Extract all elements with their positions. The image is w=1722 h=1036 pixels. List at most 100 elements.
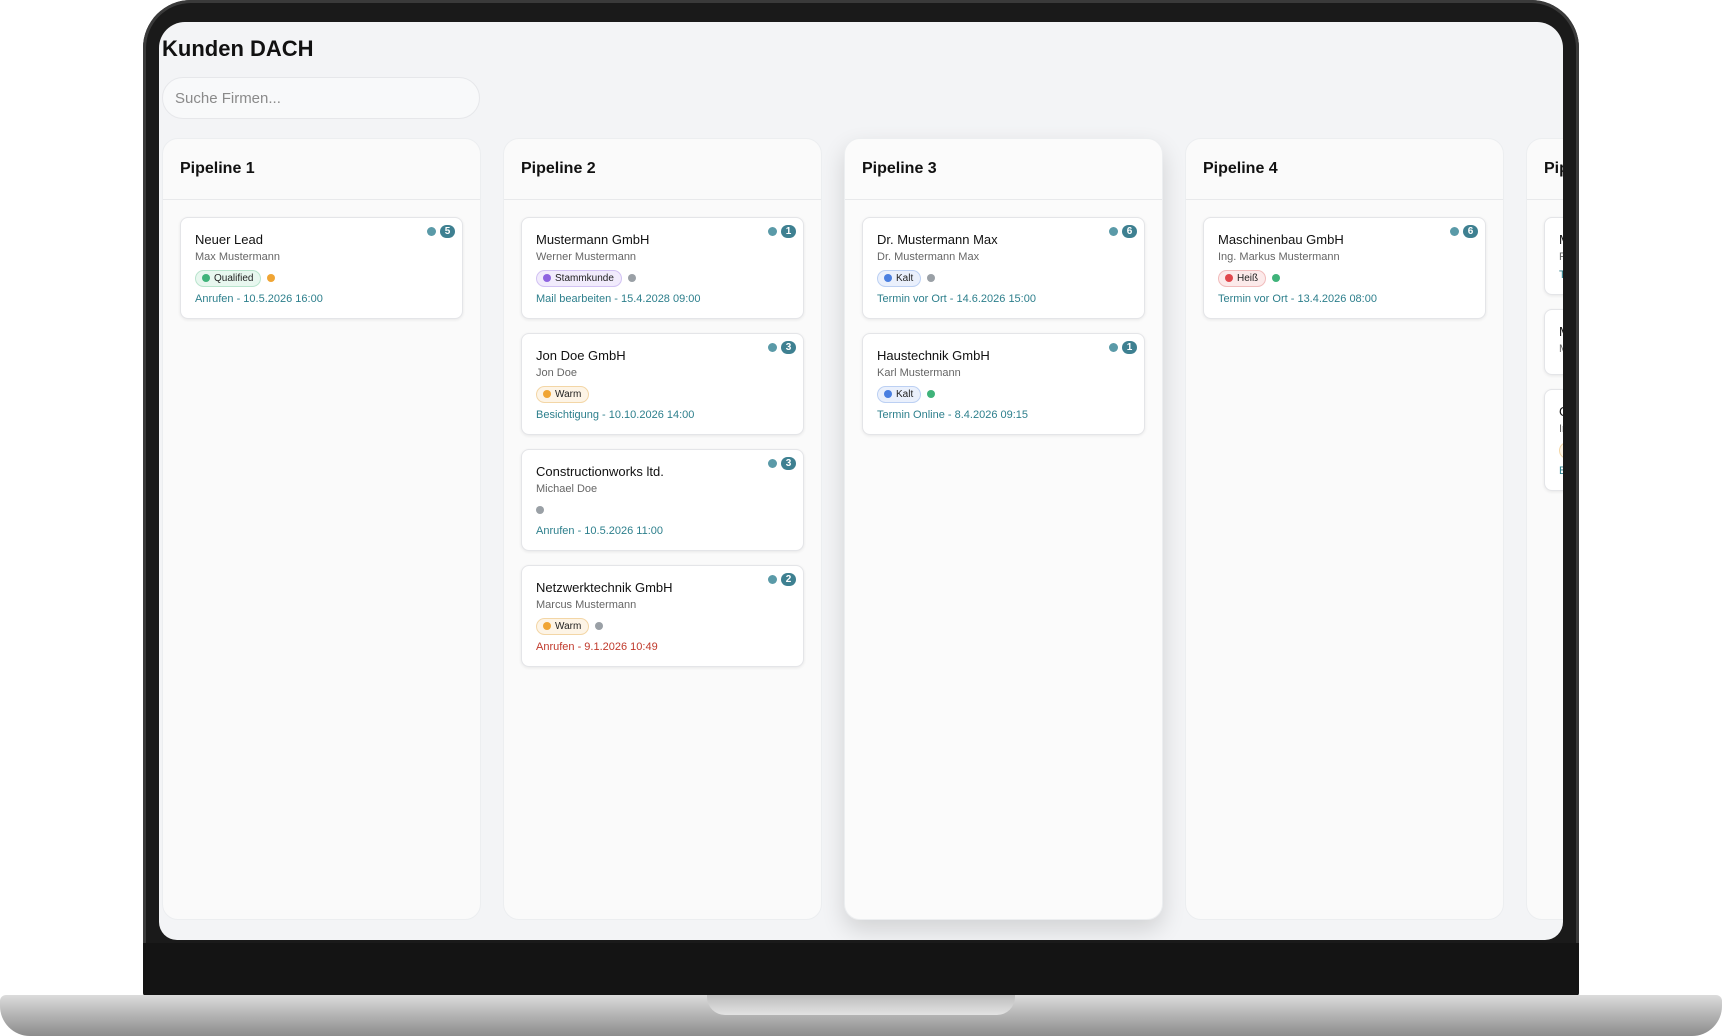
tag-row: Heiß [1218,269,1471,287]
tag-label: Kalt [896,388,914,400]
activity-count-badge: 1 [1122,341,1137,354]
status-dot-icon [267,274,276,282]
pipeline-card-list: 6 Dr. Mustermann Max Dr. Mustermann Max Kal… [845,200,1162,435]
contact-name: Werner Mustermann [536,251,637,263]
tag-row: Kalt [877,269,1130,287]
lead-card[interactable]: 3 Jon Doe GmbH Jon Doe Warm Besichtigung - 1… [521,333,804,435]
lead-status-tag: Kalt [877,269,922,287]
company-name: Maschinenbau GmbH [1218,232,1344,247]
status-dot-icon [536,506,544,514]
next-action-link[interactable]: Anrufen - 9.1.2026 10:49 [536,641,789,653]
tag-label: Heiß [1237,272,1259,284]
next-action-link[interactable]: Besichtigung - 10.10.2026 14:00 [536,409,789,421]
contact-name: Maria Mustermann [1559,343,1563,355]
search-input[interactable] [162,77,480,119]
lead-status-tag: Warm [536,385,590,403]
activity-dot-icon [1109,343,1118,352]
lead-card[interactable]: 3 Constructionworks ltd. Michael Doe Anrufe… [521,449,804,551]
lead-status-tag: Warm [536,617,590,635]
next-action-link[interactable]: Termin vor Ort - 13.4.2026 08:00 [1218,293,1471,305]
company-name: Netzwerktechnik GmbH [536,580,673,595]
pipeline-column: Pipeline 2 1 Mustermann GmbH Werner Musterm… [503,138,822,920]
page-title: Kunden DACH [162,36,314,61]
pipeline-column-title: Pipeline 2 [504,139,821,200]
next-action-link[interactable]: Anrufen - 10.5.2026 16:00 [195,293,448,305]
next-action-link[interactable]: Besichtigung - 3.5.2026 09:00 [1559,465,1563,477]
lead-card[interactable]: 6 Dr. Mustermann Max Dr. Mustermann Max Kal… [862,217,1145,319]
lead-status-tag: Heiß [1218,269,1267,287]
tag-row: Warm [536,385,789,403]
tag-row: Kalt [877,385,1130,403]
pipeline-card-list: 5 Neuer Lead Max Mustermann Qualified Anrufe… [163,200,480,319]
activity-dot-icon [1109,227,1118,236]
next-action-link[interactable]: Mail bearbeiten - 15.4.2028 09:00 [536,293,789,305]
company-name: Constructionworks ltd. [536,464,664,479]
activity-count-badge: 1 [781,225,796,238]
lead-card[interactable]: 1 Mustermann GmbH Werner Mustermann Stammku… [521,217,804,319]
status-dot-icon [627,274,636,282]
company-name: Jon Doe GmbH [536,348,626,363]
tag-row: Warm [536,617,789,635]
activity-count-badge: 3 [781,457,796,470]
next-action-link[interactable]: Termin Online - 8.4.2026 09:15 [877,409,1130,421]
card-indicators: 6 [1450,225,1478,238]
pipeline-column-title: Pipeline 4 [1186,139,1503,200]
activity-dot-icon [768,459,777,468]
contact-name: Ing. Max Mustermann [1559,423,1563,435]
tag-dot-icon [884,390,892,398]
pipeline-column-title: Pipeline 5 [1527,139,1563,200]
laptop-bezel-bottom [143,943,1579,998]
lead-card[interactable]: Gebäudetechnik GmbH Ing. Max Mustermann Wa… [1544,389,1563,491]
tag-row: Qualified [195,269,448,287]
activity-count-badge: 2 [781,573,796,586]
card-indicators: 1 [1109,341,1137,354]
laptop-notch [707,995,1015,1015]
lead-card[interactable]: 6 Maschinenbau GmbH Ing. Markus Mustermann… [1203,217,1486,319]
tag-dot-icon [543,622,551,630]
activity-count-badge: 3 [781,341,796,354]
activity-dot-icon [768,343,777,352]
tag-dot-icon [543,390,551,398]
lead-card[interactable]: Mustermann KG Maria Mustermann [1544,309,1563,375]
lead-status-tag: Stammkunde [536,269,622,287]
company-name: Haustechnik GmbH [877,348,990,363]
next-action-link[interactable]: Termin vor Ort - 14.6.2026 15:00 [877,293,1130,305]
lead-card[interactable]: 2 Netzwerktechnik GmbH Marcus Mustermann Wa… [521,565,804,667]
tag-dot-icon [202,274,210,282]
pipeline-card-list: 1 Mustermann GmbH Werner Mustermann Stammku… [504,200,821,667]
company-name: Gebäudetechnik GmbH [1559,404,1563,419]
status-dot-icon [927,274,936,282]
activity-count-badge: 5 [440,225,455,238]
pipeline-card-list: Mustermann AG Frank Mustermann Termin vor … [1527,200,1563,491]
company-name: Mustermann KG [1559,324,1563,339]
tag-row: Warm [1559,441,1563,459]
card-indicators: 3 [768,341,796,354]
next-action-link[interactable]: Anrufen - 10.5.2026 11:00 [536,525,789,537]
lead-card[interactable]: 5 Neuer Lead Max Mustermann Qualified Anrufe… [180,217,463,319]
tag-dot-icon [543,274,551,282]
pipeline-column-title: Pipeline 3 [845,139,1162,200]
lead-card[interactable]: Mustermann AG Frank Mustermann Termin vor … [1544,217,1563,295]
contact-name: Jon Doe [536,367,577,379]
card-indicators: 3 [768,457,796,470]
contact-name: Frank Mustermann [1559,251,1563,263]
company-name: Dr. Mustermann Max [877,232,998,247]
lead-status-tag: Kalt [877,385,922,403]
company-name: Mustermann GmbH [536,232,650,247]
tag-dot-icon [884,274,892,282]
pipeline-card-list: 6 Maschinenbau GmbH Ing. Markus Mustermann… [1186,200,1503,319]
tag-label: Stammkunde [555,272,614,284]
next-action-link[interactable]: Termin vor Ort - 2.5.2026 10:00 [1559,269,1563,281]
contact-name: Karl Mustermann [877,367,961,379]
activity-count-badge: 6 [1122,225,1137,238]
tag-label: Qualified [214,272,254,284]
activity-dot-icon [1450,227,1459,236]
lead-card[interactable]: 1 Haustechnik GmbH Karl Mustermann Kalt Term… [862,333,1145,435]
pipeline-column: Pipeline 1 5 Neuer Lead Max Mustermann Quali… [162,138,481,920]
tag-label: Kalt [896,272,914,284]
pipeline-column: Pipeline 5 Mustermann AG Frank Mustermann T… [1526,138,1563,920]
contact-name: Ing. Markus Mustermann [1218,251,1340,263]
card-indicators: 1 [768,225,796,238]
card-indicators: 2 [768,573,796,586]
pipeline-column: Pipeline 4 6 Maschinenbau GmbH Ing. Markus … [1185,138,1504,920]
